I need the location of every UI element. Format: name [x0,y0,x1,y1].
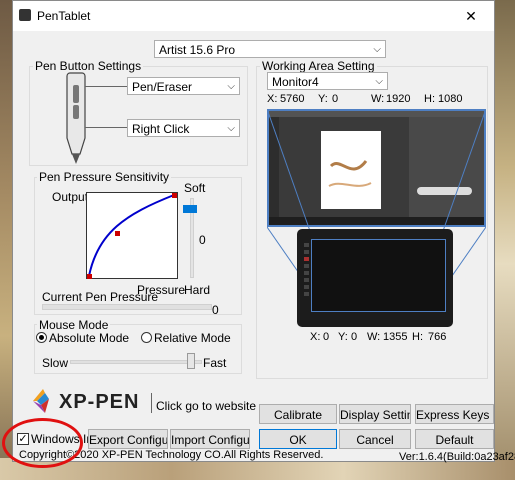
app-icon [19,9,31,21]
screen-x-label: X: [267,93,278,105]
version-text: Ver:1.6.4(Build:0a23af28) [399,451,515,463]
tablet-w-label: W: [367,331,381,343]
export-configuration-button[interactable]: Export Configuration [88,429,168,449]
brand-divider [151,393,152,413]
curve-control-point [115,231,120,236]
hard-label: Hard [184,283,211,297]
screen-y-label: Y: [318,93,328,105]
upper-button-connector [85,86,127,87]
chevron-down-icon: ⌵ [373,44,381,55]
tablet-active-area [311,239,446,312]
annotation-circle [2,418,83,468]
close-icon: ✕ [465,8,477,24]
curve-start-point [87,274,92,279]
tablet-h-label: H: [412,331,423,343]
pen-upper-button-select[interactable]: Pen/Eraser ⌵ [127,77,240,95]
display-setting-button[interactable]: Display Setting [339,404,411,424]
relative-mode-radio[interactable] [141,332,152,343]
working-area-label: Working Area Setting [260,59,377,73]
xppen-logo-icon [33,389,49,413]
desktop-background-right [495,0,515,480]
screen-x-value: 5760 [280,93,305,105]
curve-end-point [172,193,177,198]
xppen-logo[interactable]: XP-PEN [31,387,151,417]
monitor-select[interactable]: Monitor4 ⌵ [267,72,388,90]
device-select-value: Artist 15.6 Pro [159,43,236,57]
xppen-logo-text: XP-PEN [59,391,140,413]
cancel-button[interactable]: Cancel [339,429,411,449]
screen-w-label: W: [371,93,385,105]
mouse-speed-thumb[interactable] [187,353,195,369]
monitor-select-value: Monitor4 [272,75,319,89]
screen-w-value: 1920 [386,93,411,105]
device-select[interactable]: Artist 15.6 Pro ⌵ [154,40,386,58]
express-keys-setting-button[interactable]: Express Keys Setting [415,404,494,424]
pen-lower-button-value: Right Click [132,122,190,136]
speed-slow-label: Slow [42,356,69,370]
website-link[interactable]: Click go to website [156,399,256,413]
tablet-h-value: 766 [428,331,447,343]
screen-h-label: H: [424,93,435,105]
output-label: Output [52,190,89,204]
import-configuration-button[interactable]: Import Configuration [170,429,250,449]
ok-button[interactable]: OK [259,429,337,449]
current-pressure-value: 0 [212,303,219,317]
chevron-down-icon: ⌵ [227,123,235,134]
chevron-down-icon: ⌵ [375,76,383,87]
close-button[interactable]: ✕ [448,1,494,31]
tablet-device [297,229,453,327]
pen-pressure-label: Pen Pressure Sensitivity [37,170,172,184]
desktop-background-left [0,0,12,480]
screen-h-value: 1080 [438,93,463,105]
pressure-sensitivity-thumb[interactable] [183,205,197,213]
screen-y-value: 0 [332,93,339,105]
relative-mode-label[interactable]: Relative Mode [154,331,231,345]
lower-button-connector [85,127,127,128]
mouse-speed-track[interactable] [70,360,202,364]
pen-upper-button-value: Pen/Eraser [132,80,193,94]
pressure-curve-graph[interactable] [86,192,178,279]
pentablet-window: PenTablet ✕ Artist 15.6 Pro ⌵ Pen Button… [12,0,515,463]
absolute-mode-radio[interactable] [36,332,47,343]
default-button[interactable]: Default [415,429,494,449]
speed-fast-label: Fast [203,356,227,370]
chevron-down-icon: ⌵ [227,81,235,92]
window-title: PenTablet [37,9,91,23]
current-pressure-label: Current Pen Pressure [42,290,159,304]
tablet-x-value: 0 [323,331,330,343]
soft-label: Soft [184,181,206,195]
current-pressure-bar [42,304,212,310]
title-bar[interactable]: PenTablet ✕ [13,1,494,31]
tablet-y-value: 0 [351,331,358,343]
mouse-mode-label: Mouse Mode [37,318,111,332]
pressure-sensitivity-value: 0 [199,233,206,247]
tablet-x-label: X: [310,331,321,343]
tablet-y-label: Y: [338,331,348,343]
pen-lower-button-select[interactable]: Right Click ⌵ [127,119,240,137]
tablet-w-value: 1355 [383,331,408,343]
absolute-mode-label[interactable]: Absolute Mode [49,331,129,345]
calibrate-button[interactable]: Calibrate [259,404,337,424]
